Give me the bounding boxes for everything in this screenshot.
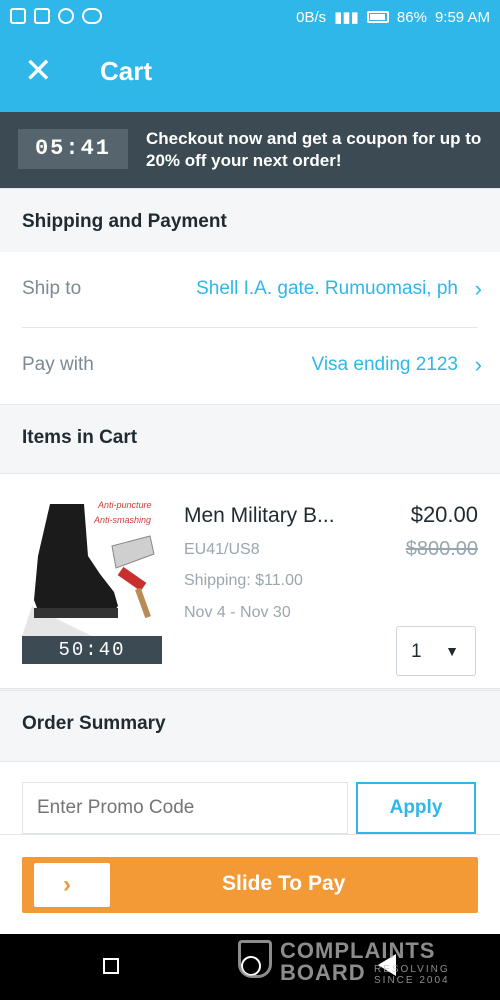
watermark-line2: BOARD bbox=[280, 960, 366, 985]
chevron-right-icon: › bbox=[474, 276, 482, 301]
app-bar: ✕ Cart bbox=[0, 34, 500, 112]
pay-with-label: Pay with bbox=[22, 354, 94, 375]
pay-with-row[interactable]: Pay with Visa ending 2123 › bbox=[0, 328, 500, 404]
facebook-icon bbox=[10, 8, 26, 24]
section-title: Order Summary bbox=[22, 713, 166, 734]
ship-to-label: Ship to bbox=[22, 278, 82, 299]
image-label: Anti-smashing bbox=[93, 515, 151, 525]
watermark-tagline: RESOLVING SINCE 2004 bbox=[374, 964, 450, 986]
signal-icon: ▮▮▮ bbox=[334, 9, 359, 26]
item-price: $20.00 bbox=[410, 502, 478, 527]
system-status: 0B/s ▮▮▮ 86% 9:59 AM bbox=[296, 8, 490, 27]
slide-to-pay[interactable]: › Slide To Pay bbox=[22, 857, 478, 913]
page-title: Cart bbox=[100, 56, 153, 86]
slide-to-pay-label: Slide To Pay bbox=[222, 872, 346, 895]
promo-code-input[interactable] bbox=[22, 782, 348, 834]
ship-to-row[interactable]: Ship to Shell I.A. gate. Rumuomasi, ph › bbox=[0, 252, 500, 328]
section-title: Items in Cart bbox=[22, 427, 138, 448]
boot-image: Anti-puncture Anti-smashing bbox=[22, 496, 162, 636]
image-label: Anti-puncture bbox=[97, 500, 152, 510]
promo-code-section: Apply bbox=[0, 762, 500, 834]
watermark-logo bbox=[238, 940, 272, 978]
shipping-payment-heading: Shipping and Payment bbox=[0, 188, 500, 256]
slider-handle[interactable]: › bbox=[34, 863, 110, 907]
network-speed: 0B/s bbox=[296, 8, 327, 26]
cart-item: Anti-puncture Anti-smashing 50:40 Men Mi… bbox=[0, 474, 500, 689]
items-in-cart-heading: Items in Cart bbox=[0, 404, 500, 474]
banner-message: Checkout now and get a coupon for up to … bbox=[146, 129, 482, 170]
quantity-value: 1 bbox=[411, 641, 422, 662]
pay-bar: › Slide To Pay bbox=[0, 834, 500, 934]
caret-down-icon: ▼ bbox=[445, 643, 459, 659]
shipping-cost: Shipping: $11.00 bbox=[184, 572, 303, 589]
section-title: Shipping and Payment bbox=[22, 211, 227, 232]
product-name[interactable]: Men Military B... bbox=[184, 504, 335, 528]
status-bar: 0B/s ▮▮▮ 86% 9:59 AM bbox=[0, 0, 500, 34]
recents-icon[interactable] bbox=[103, 958, 119, 974]
checkout-promo-banner: 05:41 Checkout now and get a coupon for … bbox=[0, 112, 500, 188]
chevron-right-icon: › bbox=[63, 871, 71, 898]
close-icon[interactable]: ✕ bbox=[24, 54, 53, 88]
battery-icon bbox=[366, 11, 389, 23]
chevron-right-icon: › bbox=[474, 352, 482, 377]
battery-level: 86% bbox=[396, 8, 427, 26]
product-variant: EU41/US8 bbox=[184, 541, 260, 558]
product-image[interactable]: Anti-puncture Anti-smashing bbox=[22, 496, 162, 636]
clock: 9:59 AM bbox=[434, 8, 490, 26]
gallery-icon bbox=[34, 8, 50, 24]
original-price: $800.00 bbox=[405, 538, 478, 560]
notification-icons bbox=[10, 8, 102, 24]
apply-button[interactable]: Apply bbox=[356, 782, 476, 834]
cloud-icon bbox=[82, 8, 102, 24]
ship-to-address: Shell I.A. gate. Rumuomasi, ph bbox=[196, 278, 458, 299]
chat-icon bbox=[58, 8, 74, 24]
delivery-dates: Nov 4 - Nov 30 bbox=[184, 604, 291, 621]
item-countdown-timer: 50:40 bbox=[22, 636, 162, 664]
countdown-timer: 05:41 bbox=[18, 129, 128, 169]
order-summary-heading: Order Summary bbox=[0, 690, 500, 762]
payment-method: Visa ending 2123 bbox=[311, 354, 459, 375]
quantity-select[interactable]: 1 ▼ bbox=[396, 626, 476, 676]
